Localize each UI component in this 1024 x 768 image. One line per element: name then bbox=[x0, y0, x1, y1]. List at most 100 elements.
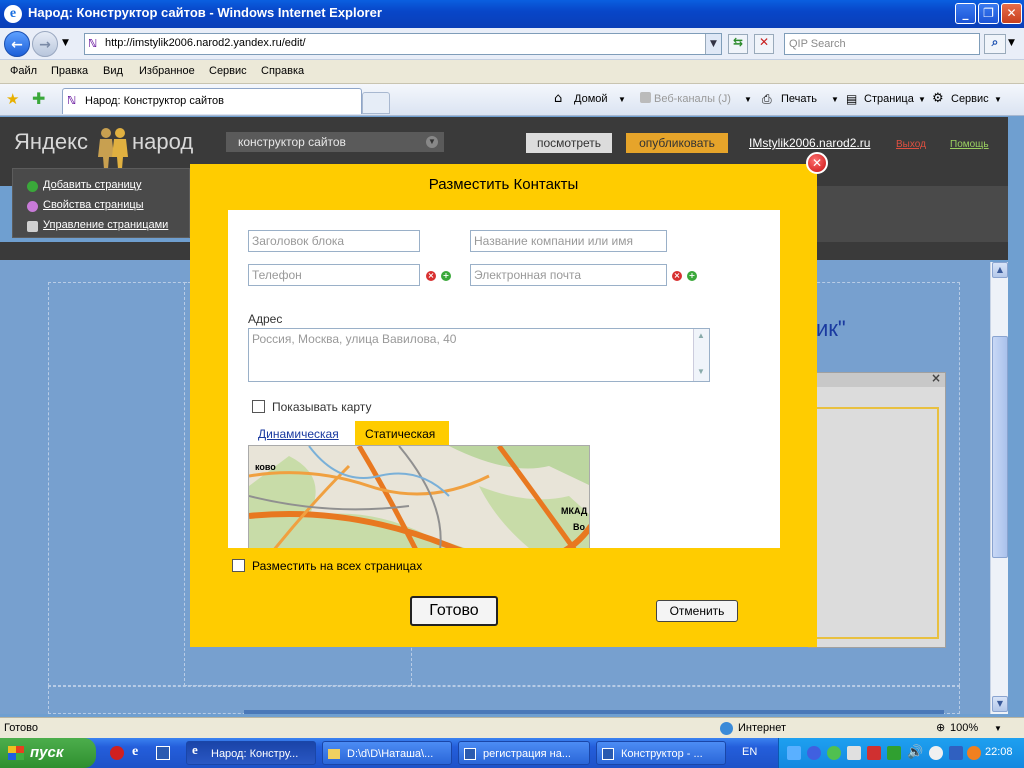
print-button[interactable]: Печать bbox=[781, 93, 817, 105]
dialog-title: Разместить Контакты bbox=[428, 176, 579, 193]
zoom-icon[interactable]: ⊕ bbox=[936, 721, 945, 734]
logo-yandex[interactable]: Яндекс bbox=[14, 129, 88, 155]
remove-email-icon[interactable]: × bbox=[672, 271, 682, 281]
quicklaunch-ie-icon[interactable]: e bbox=[132, 744, 138, 760]
address-scroll-up-icon[interactable]: ▲ bbox=[697, 331, 705, 340]
add-email-icon[interactable]: + bbox=[687, 271, 697, 281]
language-indicator[interactable]: EN bbox=[742, 746, 757, 758]
address-scroll-down-icon[interactable]: ▼ bbox=[697, 367, 705, 376]
network-icon[interactable] bbox=[787, 746, 801, 760]
cancel-button[interactable]: Отменить bbox=[656, 600, 738, 622]
tab-dynamic-map[interactable]: Динамическая bbox=[258, 427, 339, 441]
tab-active[interactable]: ℕ Народ: Конструктор сайтов bbox=[62, 88, 362, 114]
site-link[interactable]: IMstylik2006.narod2.ru bbox=[749, 136, 870, 150]
home-button[interactable]: Домой bbox=[574, 93, 608, 105]
block-widget: × bbox=[808, 371, 946, 648]
phone-input[interactable]: Телефон bbox=[248, 264, 420, 286]
task-registration[interactable]: регистрация на... bbox=[458, 741, 590, 765]
bluetooth-icon[interactable] bbox=[807, 746, 821, 760]
status-zoom[interactable]: 100% bbox=[950, 722, 978, 734]
home-dropdown-icon[interactable]: ▼ bbox=[618, 95, 626, 104]
task-folder[interactable]: D:\d\D\Наташа\... bbox=[322, 741, 452, 765]
page-dropdown-icon[interactable]: ▼ bbox=[918, 95, 926, 104]
address-textarea[interactable]: Россия, Москва, улица Вавилова, 40 ▲ ▼ bbox=[248, 328, 710, 382]
address-dropdown-icon[interactable]: ▼ bbox=[705, 34, 721, 54]
antivirus-icon[interactable] bbox=[867, 746, 881, 760]
add-phone-icon[interactable]: + bbox=[441, 271, 451, 281]
page-scrollbar[interactable]: ▲ ▼ bbox=[990, 262, 1008, 714]
manage-pages-link[interactable]: Управление страницами bbox=[27, 219, 168, 232]
forward-button[interactable]: → bbox=[32, 31, 58, 57]
static-map[interactable]: ково МКАД Во bbox=[248, 445, 590, 548]
search-icon[interactable]: ⌕ bbox=[984, 34, 1006, 54]
clock[interactable]: 22:08 bbox=[985, 746, 1013, 758]
logo-narod[interactable]: народ bbox=[132, 129, 193, 155]
address-scrollbar[interactable]: ▲ ▼ bbox=[693, 329, 709, 381]
quicklaunch-opera-icon[interactable] bbox=[110, 746, 124, 760]
refresh-icon[interactable]: ⇆ bbox=[728, 34, 748, 54]
show-map-checkbox[interactable] bbox=[252, 400, 265, 413]
favorites-star-icon[interactable]: ★ bbox=[6, 90, 19, 108]
tools-button[interactable]: Сервис bbox=[951, 93, 989, 105]
task-constructor[interactable]: Конструктор - ... bbox=[596, 741, 726, 765]
menu-favorites[interactable]: Избранное bbox=[139, 65, 195, 77]
volume-icon[interactable]: 🔊 bbox=[907, 745, 923, 760]
block-close-icon[interactable]: × bbox=[931, 371, 941, 385]
dialog-close-icon[interactable]: ✕ bbox=[806, 152, 828, 174]
constructor-dropdown[interactable]: конструктор сайтов ▼ bbox=[226, 132, 444, 152]
add-page-link[interactable]: Добавить страницу bbox=[27, 179, 141, 192]
tray-green-icon[interactable] bbox=[887, 746, 901, 760]
address-bar[interactable]: ℕ http://imstylik2006.narod2.yandex.ru/e… bbox=[84, 33, 722, 55]
tray-clock-icon[interactable] bbox=[929, 746, 943, 760]
tab-static-map[interactable]: Статическая bbox=[355, 421, 449, 445]
publish-button[interactable]: опубликовать bbox=[626, 133, 728, 153]
company-name-input[interactable]: Название компании или имя bbox=[470, 230, 667, 252]
tray-app-icon[interactable] bbox=[847, 746, 861, 760]
print-dropdown-icon[interactable]: ▼ bbox=[831, 95, 839, 104]
address-label: Адрес bbox=[248, 312, 283, 326]
email-input[interactable]: Электронная почта bbox=[470, 264, 667, 286]
new-tab-button[interactable] bbox=[362, 92, 390, 114]
feeds-button: Веб-каналы (J) bbox=[654, 93, 731, 105]
page-button[interactable]: Страница bbox=[864, 93, 914, 105]
menu-file[interactable]: Файл bbox=[10, 65, 37, 77]
chevron-down-icon: ▼ bbox=[426, 136, 438, 148]
close-window-button[interactable]: ✕ bbox=[1001, 3, 1022, 24]
menu-edit[interactable]: Правка bbox=[51, 65, 88, 77]
menu-tools[interactable]: Сервис bbox=[209, 65, 247, 77]
task-narod-label: Народ: Констру... bbox=[211, 748, 299, 760]
view-button[interactable]: посмотреть bbox=[526, 133, 612, 153]
scroll-up-icon[interactable]: ▲ bbox=[992, 262, 1008, 278]
back-button[interactable]: ← bbox=[4, 31, 30, 57]
page-properties-link[interactable]: Свойства страницы bbox=[27, 199, 144, 212]
search-options-icon[interactable]: ▼ bbox=[1008, 38, 1015, 48]
block-title-input[interactable]: Заголовок блока bbox=[248, 230, 420, 252]
home-icon[interactable]: ⌂ bbox=[554, 91, 562, 106]
icq-icon[interactable] bbox=[827, 746, 841, 760]
remove-phone-icon[interactable]: × bbox=[426, 271, 436, 281]
scroll-down-icon[interactable]: ▼ bbox=[992, 696, 1008, 712]
tools-dropdown-icon[interactable]: ▼ bbox=[994, 95, 1002, 104]
tray-blue-icon[interactable] bbox=[949, 746, 963, 760]
feeds-dropdown-icon[interactable]: ▼ bbox=[744, 95, 752, 104]
zoom-dropdown-icon[interactable]: ▼ bbox=[994, 724, 1002, 733]
task-narod[interactable]: e Народ: Констру... bbox=[186, 741, 316, 765]
start-button[interactable]: пуск bbox=[0, 738, 96, 768]
exit-link[interactable]: Выход bbox=[896, 139, 926, 150]
page-scroll-thumb[interactable] bbox=[992, 336, 1008, 558]
print-icon[interactable]: ⎙ bbox=[762, 92, 772, 107]
menu-help[interactable]: Справка bbox=[261, 65, 304, 77]
stop-icon[interactable]: ✕ bbox=[754, 34, 774, 54]
done-button[interactable]: Готово bbox=[410, 596, 498, 626]
menu-view[interactable]: Вид bbox=[103, 65, 123, 77]
minimize-button[interactable]: _ bbox=[955, 3, 976, 24]
search-input[interactable]: QIP Search bbox=[784, 33, 980, 55]
add-favorite-icon[interactable]: ✚ bbox=[32, 89, 45, 108]
history-dropdown-icon[interactable]: ▼ bbox=[62, 38, 69, 48]
help-link[interactable]: Помощь bbox=[950, 139, 989, 150]
maximize-button[interactable]: ❐ bbox=[978, 3, 999, 24]
tray-orange-icon[interactable] bbox=[967, 746, 981, 760]
show-map-label: Показывать карту bbox=[272, 400, 372, 414]
place-all-pages-checkbox[interactable] bbox=[232, 559, 245, 572]
quicklaunch-desktop-icon[interactable] bbox=[156, 746, 170, 760]
